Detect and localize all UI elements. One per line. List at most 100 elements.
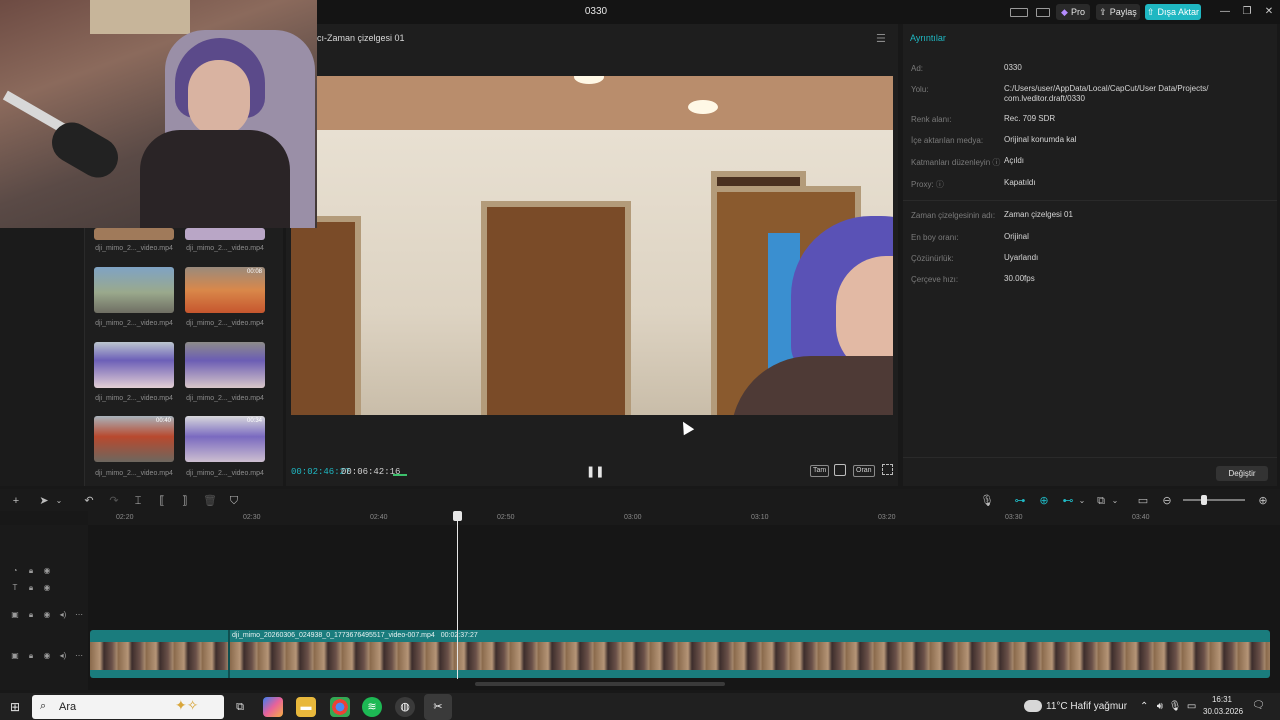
hamburger-icon[interactable]: ☰ xyxy=(876,32,886,45)
change-button[interactable]: Değiştir xyxy=(1216,466,1268,481)
eye-icon[interactable]: ◉ xyxy=(42,566,52,575)
trim-left-icon[interactable]: ⟦ xyxy=(155,494,169,508)
lock-icon[interactable]: 🔒︎ xyxy=(26,651,36,661)
export-icon: ⇧ xyxy=(1146,6,1155,17)
zoom-out-icon[interactable]: ⊖ xyxy=(1160,494,1174,508)
select-tool-icon[interactable]: ➤ xyxy=(37,494,51,508)
search-placeholder: Ara xyxy=(59,701,77,713)
total-timecode: 00:06:42:16 xyxy=(341,467,401,477)
caption-icon[interactable]: ▭ xyxy=(1136,494,1150,508)
media-duration: 00:40 xyxy=(155,418,171,424)
media-item-label: dji_mimo_2..._video.mp4 xyxy=(95,395,173,402)
network-icon[interactable]: ▭ xyxy=(1187,701,1196,712)
detail-label: Proxy: ⓘ xyxy=(911,180,944,189)
zoom-in-icon[interactable]: ⊕ xyxy=(1256,494,1270,508)
maximize-button[interactable]: ❐ xyxy=(1236,4,1258,20)
lock-icon[interactable]: 🔒︎ xyxy=(26,566,36,576)
layout-icon[interactable] xyxy=(1010,8,1028,17)
media-thumbnail[interactable]: 00:34 xyxy=(185,416,265,462)
shortcuts-icon[interactable] xyxy=(1036,8,1050,17)
export-button[interactable]: ⇧ Dışa Aktar xyxy=(1145,4,1201,20)
mic-tray-icon[interactable]: 🎙︎ xyxy=(1169,701,1182,712)
lock-icon[interactable]: 🔒︎ xyxy=(26,610,36,620)
speaker-icon[interactable]: ◂) xyxy=(58,651,68,660)
capcut-taskbar-icon[interactable]: ✂ xyxy=(424,694,452,720)
snap-icon[interactable]: ⊷ xyxy=(1061,494,1075,508)
media-thumbnail[interactable] xyxy=(94,228,174,240)
delete-icon[interactable]: 🗑 xyxy=(203,494,217,508)
clip-split-marker xyxy=(228,630,230,678)
time-ruler[interactable] xyxy=(88,511,1280,525)
pro-button[interactable]: ◆ Pro xyxy=(1056,4,1090,20)
weather-label[interactable]: 11°C Hafif yağmur xyxy=(1046,701,1127,712)
undo-icon[interactable]: ↶ xyxy=(82,494,96,508)
task-view-icon[interactable]: ⧉ xyxy=(230,697,250,717)
chevron-down-icon[interactable]: ⌄ xyxy=(52,494,66,508)
media-thumbnail[interactable]: 00:08 xyxy=(185,267,265,313)
clip-duration: 00:02:37:27 xyxy=(440,632,478,639)
eye-icon[interactable]: ◉ xyxy=(42,583,52,592)
redo-icon[interactable]: ↷ xyxy=(107,494,121,508)
trim-right-icon[interactable]: ⟧ xyxy=(178,494,192,508)
more-icon[interactable]: ⋯ xyxy=(74,610,84,619)
chevron-up-icon[interactable]: ⌃ xyxy=(1140,701,1148,712)
share-button[interactable]: ⇪ Paylaş xyxy=(1096,4,1140,20)
notification-icon[interactable]: 🗨︎ xyxy=(1252,700,1265,711)
ruler-tick: 03:20 xyxy=(878,514,896,521)
preview-axis-icon[interactable]: ⧉ xyxy=(1094,494,1108,508)
media-thumbnail[interactable]: 00:40 xyxy=(94,416,174,462)
split-icon[interactable]: ⌶ xyxy=(131,494,145,508)
pause-button[interactable]: ❚❚ xyxy=(586,465,604,478)
diamond-icon: ◆ xyxy=(1061,6,1068,17)
file-explorer-icon[interactable]: ▬ xyxy=(296,697,316,717)
pro-label: Pro xyxy=(1070,7,1085,17)
obs-icon[interactable]: ◍ xyxy=(395,697,415,717)
chevron-down-icon[interactable]: ⌄ xyxy=(1108,494,1122,508)
magnet-icon[interactable]: ⊕ xyxy=(1037,494,1051,508)
media-thumbnail[interactable] xyxy=(94,342,174,388)
ratio-button[interactable]: Oran xyxy=(853,465,875,477)
shield-icon[interactable]: ⛉ xyxy=(227,494,241,508)
fullscreen-icon[interactable] xyxy=(882,464,893,475)
lock-icon[interactable]: 🔒︎ xyxy=(26,583,36,593)
full-quality-button[interactable]: Tam xyxy=(810,465,830,477)
clock-time[interactable]: 16:31 xyxy=(1205,695,1239,704)
clip-name: dji_mimo_20260306_024938_0_1773676495517… xyxy=(232,632,435,639)
link-icon[interactable]: ⊶ xyxy=(1013,494,1027,508)
speaker-icon[interactable]: ◂) xyxy=(58,610,68,619)
ruler-tick: 02:50 xyxy=(497,514,515,521)
chevron-down-icon[interactable]: ⌄ xyxy=(1075,494,1089,508)
ruler-tick: 02:30 xyxy=(243,514,261,521)
horizontal-scrollbar[interactable] xyxy=(475,682,725,686)
detail-value: Zaman çizelgesi 01 xyxy=(1004,210,1073,219)
spotify-icon[interactable]: ≋ xyxy=(362,697,382,717)
close-button[interactable]: ✕ xyxy=(1258,4,1280,20)
media-thumbnail[interactable] xyxy=(94,267,174,313)
eye-icon[interactable]: ◉ xyxy=(42,651,52,660)
microphone-icon[interactable]: 🎙 xyxy=(980,494,994,508)
tab-details[interactable]: Ayrıntılar xyxy=(910,33,946,43)
detail-value: 30.00fps xyxy=(1004,274,1035,283)
copilot-app-icon[interactable] xyxy=(263,697,283,717)
minimize-button[interactable]: — xyxy=(1214,4,1236,20)
chrome-icon[interactable] xyxy=(330,697,350,717)
more-icon[interactable]: ⋯ xyxy=(74,651,84,660)
eye-icon[interactable]: ◉ xyxy=(42,610,52,619)
detail-label: Çözünürlük: xyxy=(911,254,954,263)
add-track-icon[interactable]: + xyxy=(9,494,23,508)
playhead-line[interactable] xyxy=(457,514,458,679)
ceiling-light xyxy=(574,76,604,84)
media-duration: 00:34 xyxy=(246,418,262,424)
clock-date[interactable]: 30.03.2026 xyxy=(1203,707,1243,716)
volume-icon[interactable]: 🔊︎ xyxy=(1157,701,1163,712)
media-thumbnail[interactable] xyxy=(185,228,265,240)
system-tray[interactable]: ⌃ 🔊︎ 🎙︎ ▭ xyxy=(1140,701,1196,712)
zoom-slider-handle[interactable] xyxy=(1201,495,1207,505)
playhead-handle[interactable] xyxy=(453,511,462,521)
video-preview[interactable] xyxy=(291,76,893,415)
snapshot-icon[interactable] xyxy=(834,464,846,476)
windows-start-icon[interactable]: ⊞ xyxy=(8,700,22,714)
zoom-slider[interactable] xyxy=(1183,499,1245,501)
media-thumbnail[interactable] xyxy=(185,342,265,388)
audio-meter xyxy=(393,469,407,476)
